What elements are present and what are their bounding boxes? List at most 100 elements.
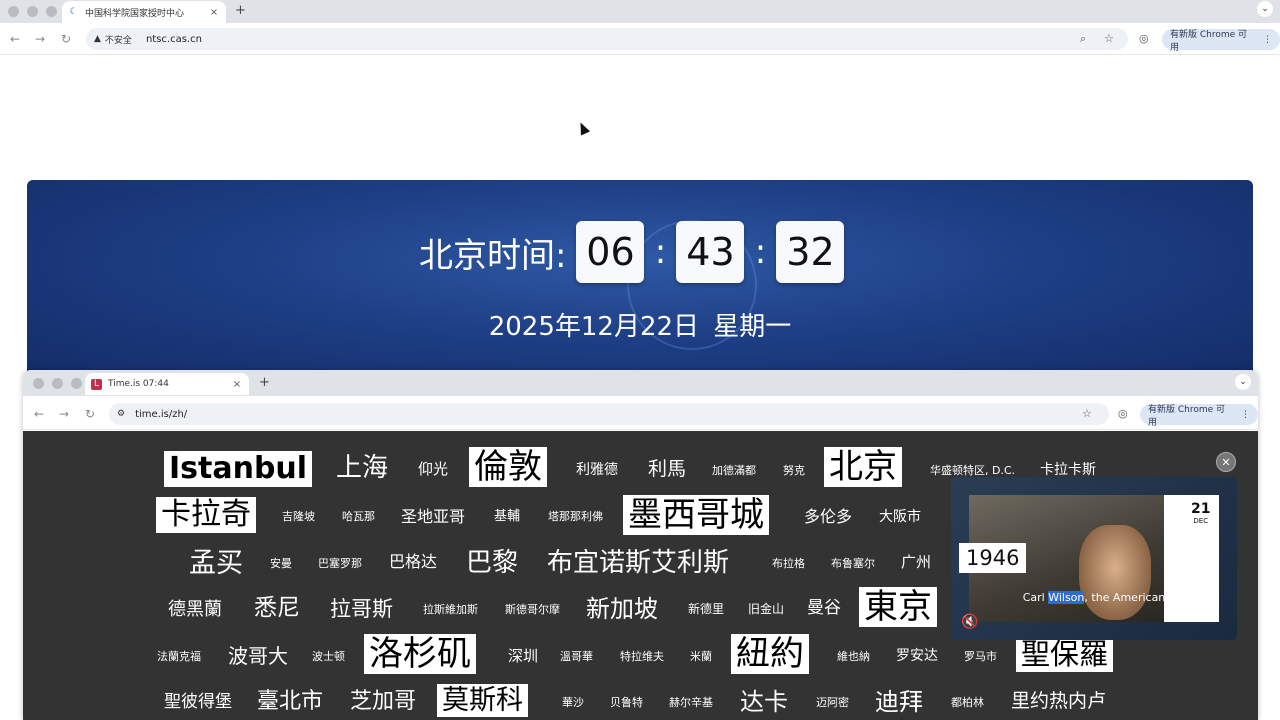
city-link[interactable]: 利馬: [648, 460, 686, 479]
close-tab-icon[interactable]: ×: [231, 379, 243, 390]
city-link[interactable]: 法蘭克福: [157, 651, 201, 662]
city-link[interactable]: 孟买: [189, 550, 243, 577]
city-link[interactable]: 罗马市: [964, 651, 997, 662]
city-link[interactable]: 聖保羅: [1016, 637, 1114, 672]
city-link[interactable]: 巴格达: [389, 554, 437, 570]
minimize-window-icon[interactable]: [52, 378, 63, 389]
city-link[interactable]: 加德滿都: [712, 465, 756, 476]
new-tab-button[interactable]: +: [235, 3, 246, 18]
city-link[interactable]: 芝加哥: [350, 691, 416, 713]
city-link[interactable]: 吉隆坡: [282, 511, 315, 522]
address-bar[interactable]: ▲ 不安全 ntsc.cas.cn: [86, 28, 1128, 50]
city-link[interactable]: 深圳: [508, 649, 538, 664]
tab-search-chevron-icon[interactable]: ⌄: [1257, 1, 1273, 17]
back-icon[interactable]: ←: [34, 407, 44, 421]
city-link[interactable]: 多伦多: [804, 509, 852, 525]
city-link[interactable]: 基輔: [494, 510, 520, 523]
reload-icon[interactable]: ↻: [61, 32, 71, 46]
city-link[interactable]: 卡拉卡斯: [1040, 463, 1096, 477]
caption-text: Carl: [1022, 591, 1049, 604]
city-link[interactable]: 新加坡: [586, 597, 658, 621]
city-link[interactable]: 紐約: [731, 634, 809, 674]
city-link[interactable]: 斯德哥尔摩: [505, 604, 560, 615]
maximize-window-icon[interactable]: [71, 378, 82, 389]
city-link[interactable]: 聖彼得堡: [164, 694, 232, 711]
city-link[interactable]: 贝鲁特: [610, 697, 643, 708]
city-link[interactable]: 广州: [901, 555, 931, 570]
city-link[interactable]: 巴黎: [466, 550, 518, 576]
city-link[interactable]: 巴塞罗那: [318, 558, 362, 569]
close-tab-icon[interactable]: ×: [208, 7, 220, 18]
city-link[interactable]: 布宜诺斯艾利斯: [547, 550, 729, 576]
close-window-icon[interactable]: [33, 378, 44, 389]
city-link[interactable]: 华盛顿特区, D.C.: [930, 465, 1015, 476]
city-link[interactable]: 拉哥斯: [330, 599, 393, 620]
city-link[interactable]: 赫尔辛基: [669, 697, 713, 708]
city-link[interactable]: 旧金山: [748, 603, 784, 615]
city-link[interactable]: 迈阿密: [816, 697, 849, 708]
city-link[interactable]: 里约热内卢: [1011, 692, 1106, 711]
city-link[interactable]: 特拉维夫: [620, 651, 664, 662]
city-link[interactable]: 上海: [336, 455, 388, 481]
city-link[interactable]: 東京: [859, 587, 937, 627]
city-link[interactable]: Istanbul: [164, 451, 313, 487]
close-video-icon[interactable]: ✕: [1216, 452, 1236, 472]
city-link[interactable]: 努克: [783, 465, 805, 476]
forward-icon[interactable]: →: [59, 407, 69, 421]
city-link[interactable]: 布拉格: [772, 558, 805, 569]
city-link[interactable]: 波士顿: [312, 651, 345, 662]
close-window-icon[interactable]: [8, 6, 19, 17]
city-link[interactable]: 卡拉奇: [156, 497, 256, 533]
city-link[interactable]: 大阪市: [879, 510, 921, 524]
update-chrome-button[interactable]: 有新版 Chrome 可用 ⋮: [1140, 404, 1258, 428]
menu-dots-icon[interactable]: ⋮: [1263, 35, 1272, 45]
tab-ntsc[interactable]: ☾ 中国科学院国家授时中心 ×: [62, 1, 226, 23]
city-link[interactable]: 仰光: [418, 462, 448, 477]
city-link[interactable]: 新德里: [688, 603, 724, 615]
minimize-window-icon[interactable]: [27, 6, 38, 17]
reload-icon[interactable]: ↻: [85, 407, 95, 421]
city-link[interactable]: 拉斯維加斯: [423, 604, 478, 615]
city-link[interactable]: 華沙: [562, 697, 584, 708]
city-link[interactable]: 維也納: [837, 651, 870, 662]
city-link[interactable]: 安曼: [270, 558, 292, 569]
city-link[interactable]: 北京: [824, 447, 902, 487]
colon-separator: :: [754, 232, 767, 272]
zoom-icon[interactable]: ⌕: [1080, 32, 1086, 46]
city-link[interactable]: 都柏林: [951, 697, 984, 708]
city-link[interactable]: 米蘭: [690, 651, 712, 662]
city-link[interactable]: 倫敦: [469, 447, 547, 487]
city-link[interactable]: 洛杉矶: [364, 634, 476, 674]
address-bar[interactable]: ⚙ time.is/zh/: [109, 403, 1109, 425]
city-link[interactable]: 哈瓦那: [342, 511, 375, 522]
city-link[interactable]: 罗安达: [896, 649, 938, 663]
city-link[interactable]: 臺北市: [257, 691, 323, 713]
city-link[interactable]: 墨西哥城: [623, 495, 769, 535]
bookmark-star-icon[interactable]: ☆: [1104, 32, 1114, 45]
city-link[interactable]: 圣地亚哥: [401, 509, 465, 525]
profile-icon[interactable]: ◎: [1139, 32, 1149, 45]
city-link[interactable]: 塔那那利佛: [548, 511, 603, 522]
maximize-window-icon[interactable]: [46, 6, 57, 17]
new-tab-button[interactable]: +: [259, 375, 270, 390]
city-link[interactable]: 利雅德: [576, 463, 618, 477]
profile-icon[interactable]: ◎: [1118, 407, 1128, 420]
video-overlay[interactable]: 1946 21 DEC Carl Wilson, the American 🔇: [951, 477, 1237, 640]
tab-search-chevron-icon[interactable]: ⌄: [1235, 374, 1251, 390]
city-link[interactable]: 波哥大: [228, 646, 288, 666]
city-link[interactable]: 溫哥華: [560, 651, 593, 662]
forward-icon[interactable]: →: [35, 32, 45, 46]
city-link[interactable]: 德黑蘭: [168, 601, 222, 619]
update-chrome-button[interactable]: 有新版 Chrome 可用 ⋮: [1162, 29, 1280, 53]
city-link[interactable]: 达卡: [740, 690, 788, 714]
tab-timeis[interactable]: L Time.is 07:44 ×: [85, 373, 249, 395]
city-link[interactable]: 布鲁塞尔: [831, 558, 875, 569]
mute-icon[interactable]: 🔇: [961, 614, 978, 630]
menu-dots-icon[interactable]: ⋮: [1241, 410, 1250, 420]
city-link[interactable]: 曼谷: [807, 600, 841, 617]
bookmark-star-icon[interactable]: ☆: [1082, 407, 1092, 420]
city-link[interactable]: 莫斯科: [437, 684, 528, 717]
city-link[interactable]: 悉尼: [254, 597, 300, 620]
city-link[interactable]: 迪拜: [875, 690, 923, 714]
back-icon[interactable]: ←: [10, 32, 20, 46]
